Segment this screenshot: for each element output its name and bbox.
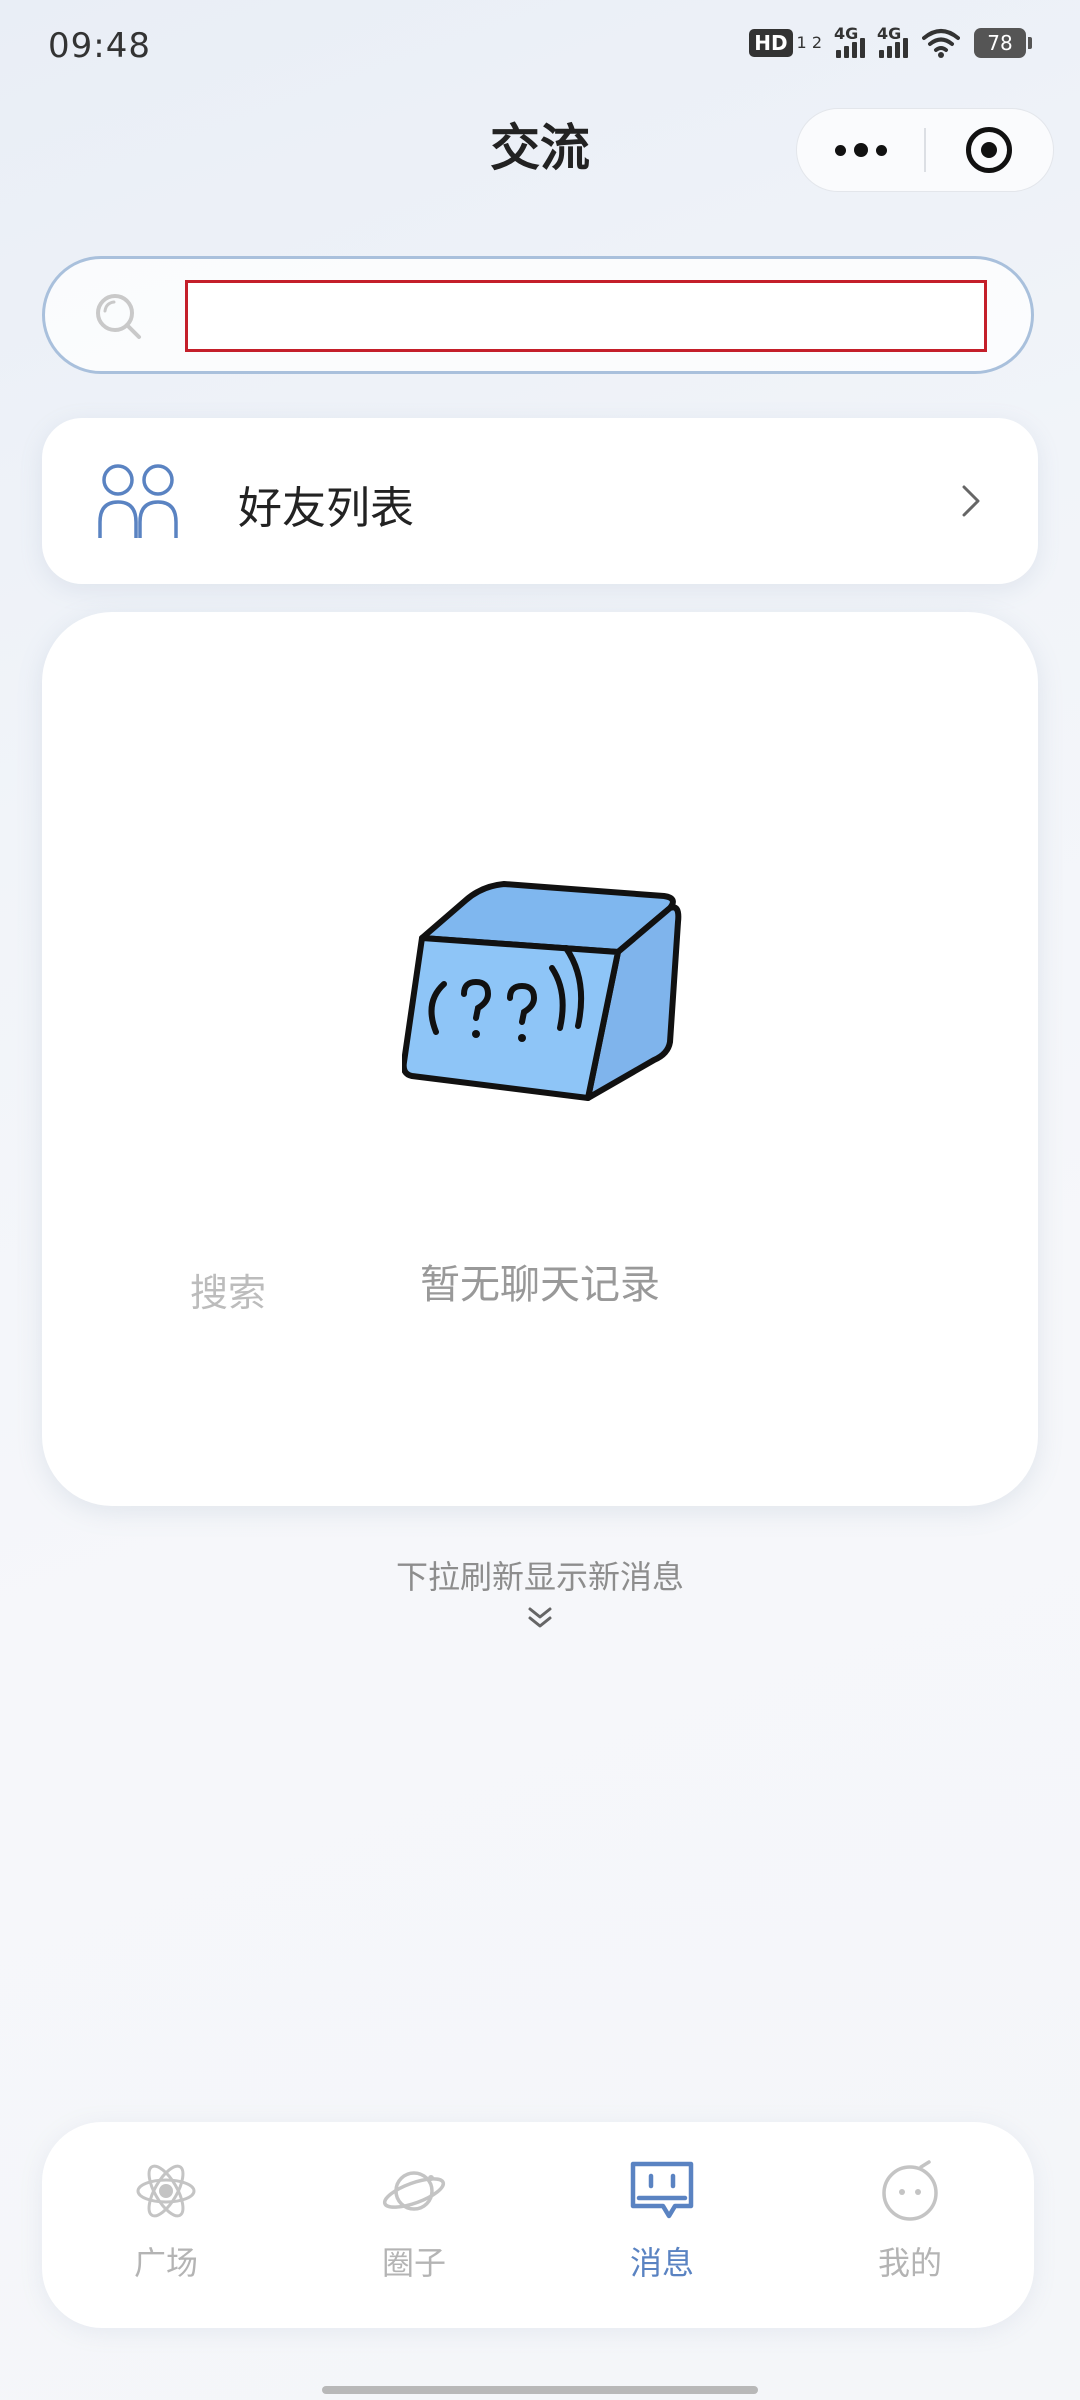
status-icons: HD 1 2 4G 4G 78 — [749, 24, 1032, 58]
message-icon — [630, 2161, 694, 2219]
hd-badge: HD — [749, 29, 793, 57]
friends-list-button[interactable]: 好友列表 — [42, 418, 1038, 584]
signal-label-2: 4G — [877, 24, 902, 43]
double-chevron-down-icon — [528, 1607, 552, 1628]
signal-icon-2: 4G — [877, 24, 908, 58]
pull-refresh-hint: 下拉刷新显示新消息 — [395, 1558, 684, 1596]
tab-label: 我的 — [877, 2244, 942, 2282]
search-icon — [96, 294, 141, 339]
bottom-tab-bar: 广场 圈子 消息 我的 — [42, 2122, 1034, 2328]
battery-icon: 78 — [974, 28, 1032, 58]
tab-label: 消息 — [629, 2244, 694, 2282]
hd-sub-label: 1 2 — [796, 33, 822, 52]
tab-label: 圈子 — [381, 2244, 446, 2282]
target-close-icon[interactable] — [926, 108, 1053, 192]
chat-list-card: 搜索 暂无聊天记录 — [42, 612, 1038, 1506]
more-dots-icon[interactable] — [797, 108, 924, 192]
tab-circles[interactable]: 圈子 — [290, 2122, 538, 2328]
friends-list-label: 好友列表 — [238, 483, 414, 534]
tab-me[interactable]: 我的 — [786, 2122, 1034, 2328]
mini-program-capsule — [796, 108, 1054, 192]
tab-messages[interactable]: 消息 — [538, 2122, 786, 2328]
wifi-icon — [922, 29, 960, 58]
search-input[interactable] — [185, 280, 987, 352]
empty-message: 暂无聊天记录 — [420, 1262, 660, 1308]
profile-face-icon — [882, 2160, 938, 2221]
signal-label-1: 4G — [834, 24, 859, 43]
confused-cube-illustration — [402, 881, 682, 1101]
two-people-icon — [98, 464, 178, 538]
planet-icon — [382, 2171, 446, 2211]
tab-label: 广场 — [133, 2244, 198, 2282]
status-bar: 09:48 HD 1 2 4G 4G 78 — [0, 0, 1080, 100]
signal-icon-1: 4G — [834, 24, 865, 58]
tab-square[interactable]: 广场 — [42, 2122, 290, 2328]
search-bar[interactable] — [42, 256, 1034, 374]
chevron-right-icon — [962, 485, 980, 517]
atom-icon — [136, 2164, 196, 2218]
battery-level: 78 — [974, 28, 1026, 58]
home-indicator[interactable] — [322, 2386, 758, 2394]
status-time: 09:48 — [48, 26, 151, 66]
